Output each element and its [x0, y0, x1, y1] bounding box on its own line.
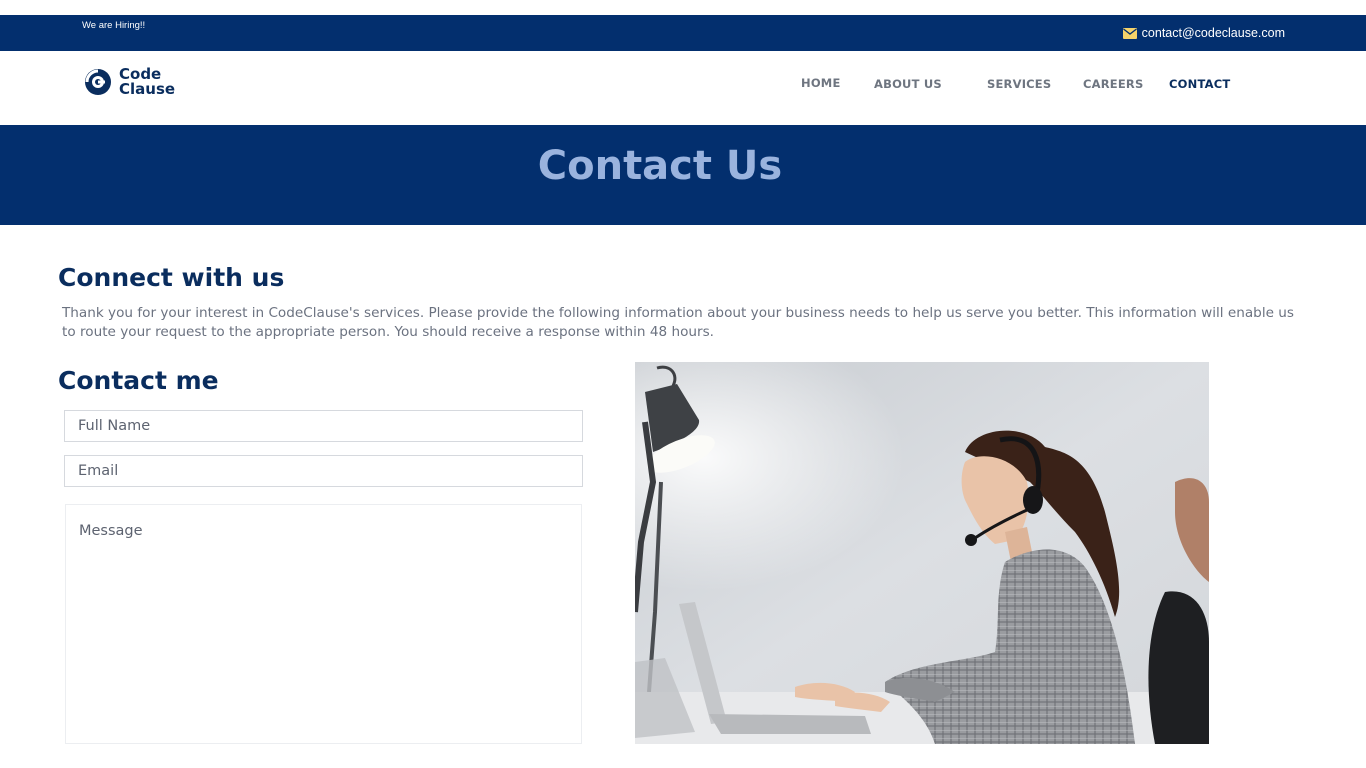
hiring-text[interactable]: We are Hiring!! — [82, 20, 145, 31]
hero-banner: Contact Us — [0, 125, 1366, 225]
nav-home[interactable]: HOME — [801, 76, 841, 90]
page-title: Contact Us — [537, 143, 783, 189]
message-textarea[interactable] — [65, 504, 582, 744]
support-agent-photo — [635, 362, 1209, 744]
envelope-icon — [1122, 27, 1137, 39]
nav-contact[interactable]: CONTACT — [1169, 77, 1230, 91]
top-bar: We are Hiring!! contact@codeclause.com — [0, 15, 1366, 51]
connect-intro-text: Thank you for your interest in CodeClaus… — [62, 305, 1294, 340]
email-input[interactable] — [64, 455, 583, 487]
support-agent-illustration — [635, 362, 1209, 744]
navbar: Code Clause HOME ABOUT US SERVICES CAREE… — [0, 51, 1366, 125]
contact-form-heading: Contact me — [58, 366, 219, 395]
full-name-input[interactable] — [64, 410, 583, 442]
main-nav: HOME ABOUT US SERVICES CAREERS CONTACT — [0, 76, 1366, 97]
nav-services[interactable]: SERVICES — [987, 77, 1051, 91]
contact-email-link[interactable]: contact@codeclause.com — [1122, 26, 1285, 40]
connect-heading: Connect with us — [58, 263, 285, 292]
contact-email[interactable]: contact@codeclause.com — [1142, 26, 1285, 40]
nav-careers[interactable]: CAREERS — [1083, 77, 1143, 91]
nav-about-us[interactable]: ABOUT US — [874, 77, 942, 91]
